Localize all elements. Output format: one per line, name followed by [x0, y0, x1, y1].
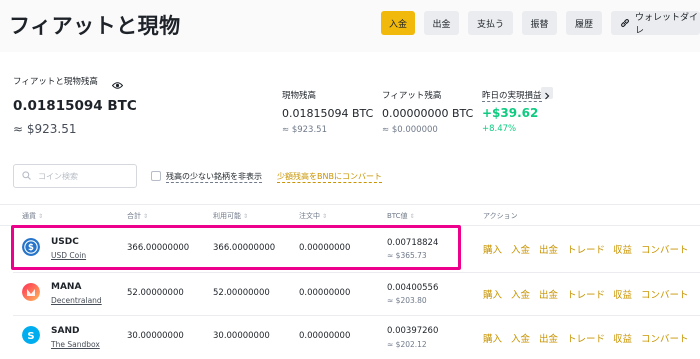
history-button-label: 履歴	[574, 19, 593, 30]
page-header: フィアットと現物 入金 出金 支払う 振替 履歴 ウォレットダイレ	[0, 0, 700, 48]
convert-action[interactable]: コンバート	[641, 331, 689, 345]
header-in-order-label: 注文中	[299, 212, 320, 220]
withdraw-button[interactable]: 出金	[424, 11, 459, 35]
coin-search-input[interactable]	[38, 169, 133, 183]
hide-small-balance-checkbox[interactable]	[151, 171, 161, 181]
header-currency[interactable]: 通貨 ⇕	[22, 211, 43, 221]
spot-balance-btc: 0.01815094 BTC	[282, 107, 374, 120]
pay-button[interactable]: 支払う	[468, 11, 513, 35]
sort-icon: ⇕	[243, 213, 249, 220]
wallet-direct-button-label: ウォレットダイレ	[635, 13, 699, 36]
mana-coin-icon	[22, 283, 40, 301]
usd-value: ≈ $203.80	[387, 296, 427, 305]
history-button[interactable]: 履歴	[566, 11, 602, 35]
fiat-balance-btc: 0.00000000 BTC	[382, 107, 474, 120]
deposit-action[interactable]: 入金	[511, 287, 530, 301]
available-value: 52.00000000	[213, 288, 270, 298]
buy-action[interactable]: 購入	[483, 287, 502, 301]
total-balance-btc: 0.01815094 BTC	[13, 98, 137, 114]
in-order-value: 0.00000000	[299, 243, 351, 253]
in-order-value: 0.00000000	[299, 331, 351, 341]
svg-text:$: $	[28, 243, 34, 253]
coin-name-link[interactable]: USD Coin	[51, 251, 86, 260]
withdraw-action[interactable]: 出金	[539, 242, 558, 256]
spot-balance-label: 現物残高	[282, 91, 317, 101]
usd-value: ≈ $202.12	[387, 340, 427, 349]
transfer-button[interactable]: 振替	[522, 11, 557, 35]
withdraw-action[interactable]: 出金	[539, 331, 558, 345]
spot-balance-usd: ≈ $923.51	[282, 125, 327, 135]
sort-icon: ⇕	[38, 213, 44, 220]
earn-action[interactable]: 収益	[613, 242, 632, 256]
btc-value: 0.00400556	[387, 283, 439, 293]
total-balance-usd: ≈ $923.51	[13, 122, 77, 136]
pnl-percent: +8.47%	[482, 124, 517, 134]
available-value: 366.00000000	[213, 243, 276, 253]
svg-text:S: S	[27, 331, 34, 342]
header-total-label: 合計	[127, 212, 141, 220]
coin-name-link[interactable]: The Sandbox	[51, 340, 100, 349]
available-value: 30.00000000	[213, 331, 270, 341]
sort-icon: ⇕	[322, 213, 328, 220]
total-value: 366.00000000	[127, 243, 190, 253]
total-value: 30.00000000	[127, 331, 184, 341]
deposit-button-label: 入金	[388, 19, 407, 30]
coin-symbol: USDC	[51, 237, 79, 247]
buy-action[interactable]: 購入	[483, 242, 502, 256]
total-value: 52.00000000	[127, 288, 184, 298]
btc-value: 0.00397260	[387, 326, 439, 336]
sand-coin-icon: S	[22, 326, 40, 344]
in-order-value: 0.00000000	[299, 288, 351, 298]
row-divider	[13, 315, 700, 316]
wallet-direct-button[interactable]: ウォレットダイレ	[611, 11, 700, 36]
coin-name-link[interactable]: Decentraland	[51, 296, 102, 305]
deposit-button[interactable]: 入金	[381, 11, 415, 35]
pay-button-label: 支払う	[476, 19, 504, 30]
deposit-action[interactable]: 入金	[511, 331, 530, 345]
coin-search[interactable]	[13, 164, 137, 188]
deposit-action[interactable]: 入金	[511, 242, 530, 256]
header-total[interactable]: 合計 ⇕	[127, 211, 148, 221]
header-btc-value-label: BTC値	[387, 212, 408, 220]
header-btc-value[interactable]: BTC値 ⇕	[387, 211, 415, 221]
search-icon	[22, 171, 31, 180]
sort-icon: ⇕	[143, 213, 149, 220]
trade-action[interactable]: トレード	[567, 287, 605, 301]
fiat-balance-label: フィアット残高	[382, 91, 442, 101]
header-available[interactable]: 利用可能 ⇕	[213, 211, 248, 221]
table-header	[0, 204, 700, 226]
header-available-label: 利用可能	[213, 212, 241, 220]
convert-action[interactable]: コンバート	[641, 242, 689, 256]
withdraw-button-label: 出金	[432, 19, 451, 30]
header-actions: アクション	[483, 212, 518, 220]
trade-action[interactable]: トレード	[567, 242, 605, 256]
usd-value: ≈ $365.73	[387, 251, 427, 260]
usdc-coin-icon: $	[22, 238, 40, 256]
withdraw-action[interactable]: 出金	[539, 287, 558, 301]
eye-icon[interactable]	[111, 75, 124, 89]
chevron-right-icon[interactable]	[541, 87, 553, 100]
sort-icon: ⇕	[409, 213, 415, 220]
convert-action[interactable]: コンバート	[641, 287, 689, 301]
btc-value: 0.00718824	[387, 238, 439, 248]
row-divider	[13, 272, 700, 273]
link-icon	[620, 18, 630, 28]
buy-action[interactable]: 購入	[483, 331, 502, 345]
page-title: フィアットと現物	[9, 14, 181, 38]
header-in-order[interactable]: 注文中 ⇕	[299, 211, 327, 221]
transfer-button-label: 振替	[530, 19, 549, 30]
hide-small-balance-label[interactable]: 残高の少ない銘柄を非表示	[166, 171, 262, 183]
pnl-label[interactable]: 昨日の実現損益	[482, 89, 542, 102]
coin-symbol: SAND	[51, 326, 80, 336]
header-currency-label: 通貨	[22, 212, 36, 220]
pnl-value: +$39.62	[482, 106, 539, 120]
fiat-balance-usd: ≈ $0.000000	[382, 125, 438, 135]
earn-action[interactable]: 収益	[613, 331, 632, 345]
coin-symbol: MANA	[51, 282, 82, 292]
trade-action[interactable]: トレード	[567, 331, 605, 345]
total-balance-label: フィアットと現物残高	[13, 77, 98, 87]
earn-action[interactable]: 収益	[613, 287, 632, 301]
convert-small-balance-link[interactable]: 少額残高をBNBにコンバート	[277, 171, 382, 183]
